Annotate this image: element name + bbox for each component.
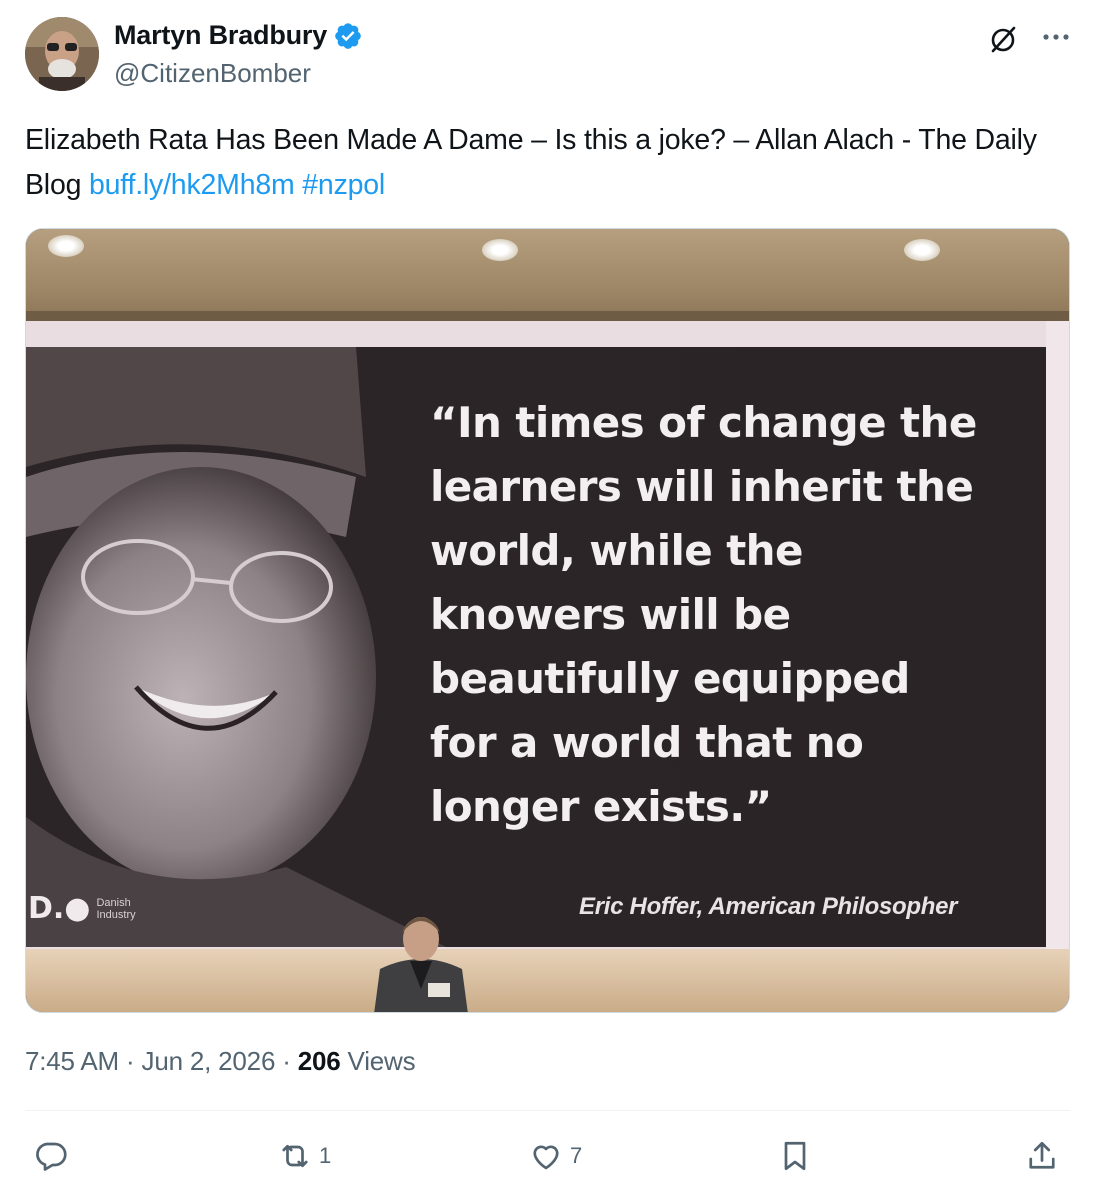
tweet-date[interactable]: Jun 2, 2026 — [142, 1046, 276, 1076]
right-wall — [1046, 321, 1069, 961]
hashtag-link[interactable]: #nzpol — [302, 169, 385, 201]
retweet-icon — [282, 1144, 308, 1168]
ceiling-light — [482, 239, 518, 261]
tweet-time[interactable]: 7:45 AM — [25, 1046, 119, 1076]
reply-button[interactable] — [33, 1134, 75, 1178]
retweet-count: 1 — [319, 1143, 332, 1168]
grok-icon — [991, 26, 1016, 53]
views-label: Views — [340, 1046, 416, 1076]
like-count: 7 — [570, 1143, 583, 1168]
portrait-photo — [26, 347, 446, 947]
tweet-media-image[interactable]: “In times of change the learners will in… — [25, 228, 1070, 1013]
bookmark-icon — [784, 1141, 806, 1171]
tweet-meta: 7:45 AM · Jun 2, 2026 · 206 Views — [25, 1046, 416, 1077]
views-count: 206 — [297, 1046, 341, 1076]
more-icon — [1043, 34, 1069, 40]
speaker-figure — [374, 917, 468, 1012]
slide-quote: “In times of change the learners will in… — [430, 398, 977, 831]
meta-separator: · — [119, 1046, 142, 1076]
stage-floor — [26, 949, 1069, 1012]
meta-separator: · — [275, 1046, 298, 1076]
tweet-link[interactable]: buff.ly/hk2Mh8m — [89, 169, 295, 201]
share-icon — [1029, 1141, 1055, 1169]
retweet-button[interactable]: 1 — [277, 1134, 331, 1178]
avatar[interactable] — [25, 17, 99, 91]
logo-mark: D.● — [28, 891, 91, 926]
danish-industry-logo: D.● Danish Industry — [28, 891, 136, 926]
ceiling-light — [904, 239, 940, 261]
author-handle[interactable]: @CitizenBomber — [114, 58, 311, 89]
verified-badge-icon — [335, 22, 361, 49]
divider — [25, 1110, 1070, 1111]
logo-text: Danish Industry — [96, 896, 136, 921]
more-button[interactable] — [1036, 22, 1076, 52]
slide-attribution: Eric Hoffer, American Philosopher — [579, 893, 958, 920]
ceiling-light — [48, 235, 84, 257]
bookmark-button[interactable] — [777, 1134, 813, 1178]
tweet-text: Elizabeth Rata Has Been Made A Dame – Is… — [25, 118, 1065, 208]
author-name[interactable]: Martyn Bradbury — [114, 20, 327, 51]
share-button[interactable] — [1024, 1134, 1060, 1178]
like-icon — [533, 1145, 559, 1170]
reply-icon — [36, 1142, 67, 1171]
like-button[interactable]: 7 — [528, 1134, 582, 1178]
grok-button[interactable] — [986, 22, 1020, 56]
